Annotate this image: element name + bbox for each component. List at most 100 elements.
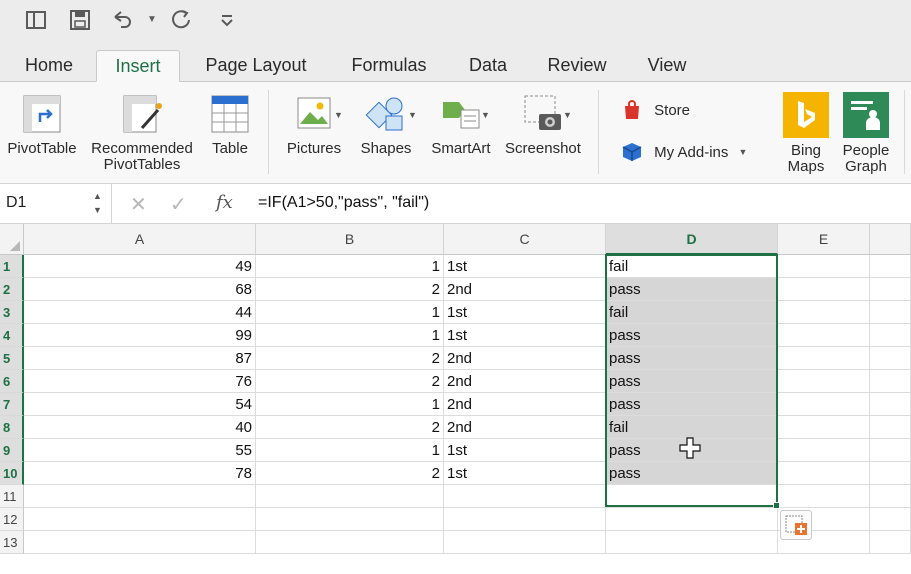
cell-c[interactable]: 2nd [444, 370, 606, 393]
cell-f[interactable] [870, 416, 911, 439]
column-header-f[interactable] [870, 224, 911, 255]
customize-icon[interactable] [215, 8, 239, 32]
cell-b[interactable] [256, 531, 444, 554]
table-button[interactable]: Table [204, 92, 256, 157]
name-box[interactable]: D1 ▲ ▼ [0, 184, 112, 224]
cell-e[interactable] [778, 393, 870, 416]
row-header[interactable]: 9 [0, 439, 24, 462]
row-header[interactable]: 8 [0, 416, 24, 439]
tab-home[interactable]: Home [10, 50, 88, 82]
tab-formulas[interactable]: Formulas [338, 50, 440, 82]
tab-page-layout[interactable]: Page Layout [192, 50, 320, 82]
smartart-button[interactable]: SmartArt [424, 92, 498, 157]
cell-e[interactable] [778, 462, 870, 485]
column-header-c[interactable]: C [444, 224, 606, 255]
redo-icon[interactable] [170, 8, 194, 32]
name-box-spinner-icon[interactable]: ▲ ▼ [93, 189, 102, 217]
cell-c[interactable] [444, 485, 606, 508]
fill-handle[interactable] [773, 502, 780, 509]
cell-d[interactable]: fail [606, 416, 778, 439]
cell-f[interactable] [870, 255, 911, 278]
cell-d[interactable]: pass [606, 347, 778, 370]
cell-c[interactable] [444, 531, 606, 554]
cell-f[interactable] [870, 531, 911, 554]
quick-analysis-button[interactable] [780, 510, 812, 540]
cell-a[interactable] [24, 531, 256, 554]
cell-f[interactable] [870, 393, 911, 416]
undo-dropdown-icon[interactable]: ▼ [140, 8, 164, 32]
cell-a[interactable]: 87 [24, 347, 256, 370]
cell-e[interactable] [778, 347, 870, 370]
cell-e[interactable] [778, 255, 870, 278]
enter-icon[interactable]: ✓ [170, 192, 187, 217]
cell-f[interactable] [870, 508, 911, 531]
my-addins-dropdown-icon[interactable]: ▼ [739, 147, 748, 157]
cell-c[interactable]: 1st [444, 255, 606, 278]
cell-c[interactable]: 1st [444, 324, 606, 347]
cell-a[interactable]: 44 [24, 301, 256, 324]
cell-c[interactable]: 1st [444, 301, 606, 324]
cell-c[interactable]: 2nd [444, 393, 606, 416]
row-header[interactable]: 2 [0, 278, 24, 301]
tab-data[interactable]: Data [456, 50, 520, 82]
cell-f[interactable] [870, 324, 911, 347]
undo-icon[interactable] [110, 8, 134, 32]
cell-a[interactable]: 68 [24, 278, 256, 301]
cell-d[interactable] [606, 485, 778, 508]
save-icon[interactable] [68, 8, 92, 32]
cell-a[interactable]: 54 [24, 393, 256, 416]
row-header[interactable]: 7 [0, 393, 24, 416]
column-header-d[interactable]: D [606, 224, 778, 255]
insert-function-button[interactable]: fx [216, 192, 233, 213]
row-header[interactable]: 3 [0, 301, 24, 324]
cell-c[interactable]: 1st [444, 462, 606, 485]
row-header[interactable]: 6 [0, 370, 24, 393]
cell-d[interactable]: pass [606, 462, 778, 485]
row-header[interactable]: 11 [0, 485, 24, 508]
cell-d[interactable]: fail [606, 301, 778, 324]
cell-d[interactable]: pass [606, 324, 778, 347]
cell-e[interactable] [778, 370, 870, 393]
cell-e[interactable] [778, 485, 870, 508]
smartart-dropdown-icon[interactable]: ▼ [481, 110, 490, 120]
cell-b[interactable]: 1 [256, 301, 444, 324]
cell-b[interactable]: 1 [256, 324, 444, 347]
cell-a[interactable]: 40 [24, 416, 256, 439]
formula-input[interactable]: =IF(A1>50,"pass", "fail") [258, 194, 429, 212]
pictures-button[interactable]: Pictures [280, 92, 348, 157]
tab-review[interactable]: Review [536, 50, 618, 82]
column-header-e[interactable]: E [778, 224, 870, 255]
cell-a[interactable]: 99 [24, 324, 256, 347]
cell-b[interactable]: 1 [256, 255, 444, 278]
pictures-dropdown-icon[interactable]: ▼ [334, 110, 343, 120]
cell-d[interactable]: fail [606, 255, 778, 278]
row-header[interactable]: 1 [0, 255, 24, 278]
cell-b[interactable]: 2 [256, 370, 444, 393]
cell-a[interactable] [24, 485, 256, 508]
tab-insert[interactable]: Insert [96, 50, 180, 82]
row-header[interactable]: 4 [0, 324, 24, 347]
cell-d[interactable] [606, 508, 778, 531]
shapes-dropdown-icon[interactable]: ▼ [408, 110, 417, 120]
cell-e[interactable] [778, 439, 870, 462]
column-header-b[interactable]: B [256, 224, 444, 255]
cell-f[interactable] [870, 347, 911, 370]
cell-f[interactable] [870, 278, 911, 301]
cell-c[interactable]: 1st [444, 439, 606, 462]
recommended-pivottables-button[interactable]: Recommended PivotTables [86, 92, 198, 173]
cell-f[interactable] [870, 439, 911, 462]
store-button[interactable]: Store [620, 98, 690, 122]
cancel-icon[interactable]: ✕ [130, 192, 147, 217]
bing-maps-button[interactable]: Bing Maps [780, 92, 832, 175]
row-header[interactable]: 13 [0, 531, 24, 554]
cell-f[interactable] [870, 370, 911, 393]
cell-b[interactable]: 2 [256, 278, 444, 301]
shapes-button[interactable]: Shapes [354, 92, 418, 157]
cell-d[interactable]: pass [606, 370, 778, 393]
cell-a[interactable]: 78 [24, 462, 256, 485]
cell-a[interactable]: 49 [24, 255, 256, 278]
cell-c[interactable]: 2nd [444, 347, 606, 370]
cell-f[interactable] [870, 462, 911, 485]
my-addins-button[interactable]: My Add-ins ▼ [620, 140, 747, 164]
cell-d[interactable] [606, 531, 778, 554]
